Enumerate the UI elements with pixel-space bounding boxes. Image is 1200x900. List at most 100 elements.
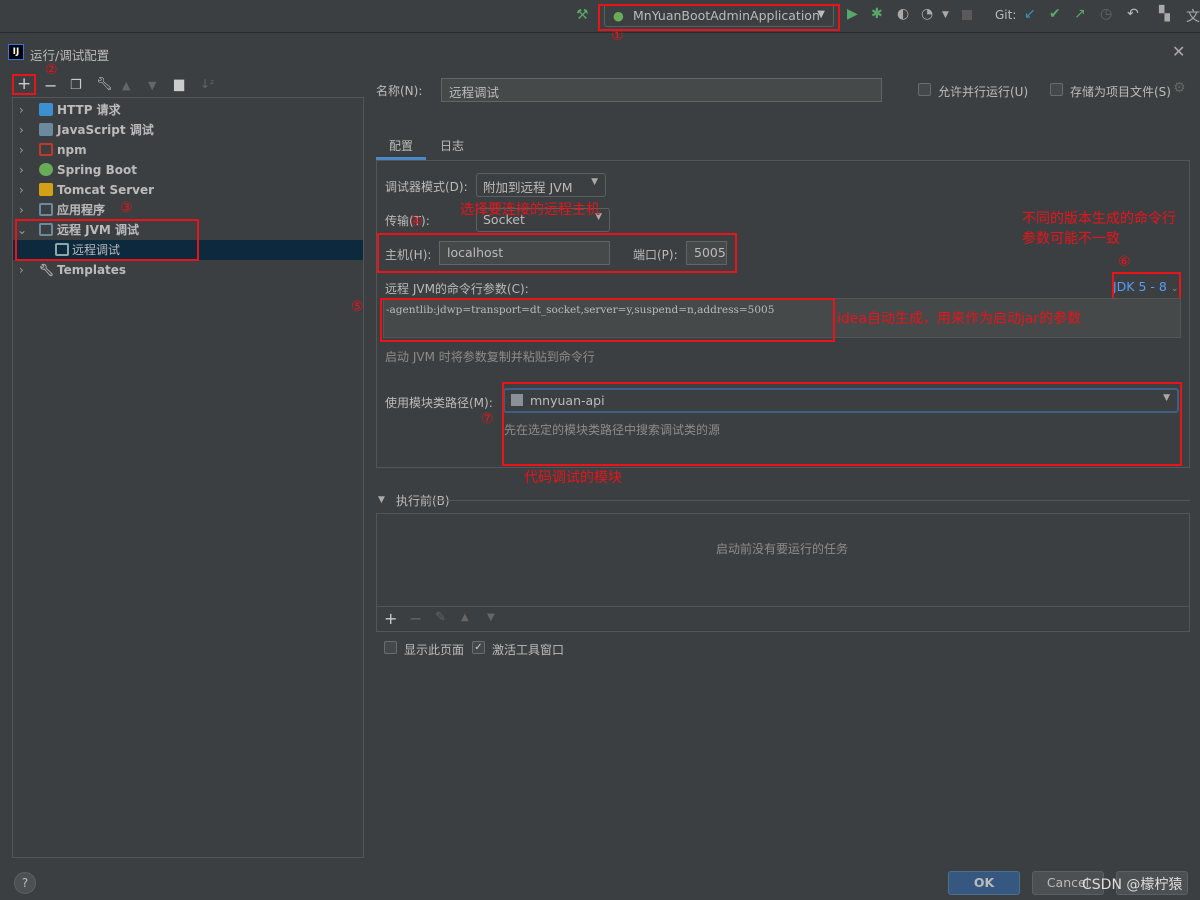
annotation-number-4: ④ — [410, 214, 423, 230]
debugger-mode-value: 附加到远程 JVM — [483, 180, 573, 195]
tree-item-label: Tomcat Server — [57, 183, 155, 197]
annotation-box-1 — [598, 4, 840, 31]
allow-parallel-checkbox[interactable] — [918, 83, 931, 96]
tree-item-label: 应用程序 — [57, 203, 106, 217]
tree-item-spring-boot[interactable]: › Spring Boot — [13, 160, 363, 180]
store-as-file-checkbox[interactable] — [1050, 83, 1063, 96]
before-launch-list — [376, 513, 1190, 632]
annotation-version-note: 参数可能不一致 — [1022, 231, 1120, 247]
annotation-number-6: ⑥ — [1118, 254, 1131, 270]
add-task-icon[interactable]: + — [384, 609, 397, 628]
show-page-checkbox[interactable] — [384, 641, 397, 654]
tree-item-npm[interactable]: › npm — [13, 140, 363, 160]
chevron-right-icon: › — [19, 263, 24, 277]
chevron-right-icon: › — [19, 163, 24, 177]
annotation-box-5 — [380, 298, 835, 342]
tree-item-label: HTTP 请求 — [57, 103, 121, 117]
git-push-icon[interactable]: ↗ — [1074, 6, 1086, 22]
activate-tool-window-label: 激活工具窗口 — [492, 643, 565, 657]
tree-item-javascript-debug[interactable]: › JavaScript 调试 — [13, 120, 363, 140]
tree-item-label: Spring Boot — [57, 163, 137, 177]
debug-icon[interactable]: ✱ — [871, 6, 883, 22]
ok-button[interactable]: OK — [948, 871, 1020, 895]
annotation-number-5: ⑤ — [351, 299, 364, 315]
chevron-right-icon: › — [19, 183, 24, 197]
git-update-icon[interactable]: ↙ — [1024, 6, 1036, 22]
wrench-icon[interactable]: 🔧︎ — [96, 77, 113, 92]
tree-item-tomcat-server[interactable]: › Tomcat Server — [13, 180, 363, 200]
annotation-select-host: 选择要连接的远程主机 — [460, 202, 600, 218]
annotation-box-7 — [502, 382, 1182, 466]
annotation-box-4 — [377, 233, 737, 273]
dialog-title: 运行/调试配置 — [30, 48, 110, 63]
separator — [377, 606, 1189, 607]
copy-icon[interactable]: ❐ — [70, 78, 82, 93]
project-structure-icon[interactable]: ▚ — [1159, 6, 1170, 22]
chevron-right-icon: › — [19, 203, 24, 217]
module-classpath-label: 使用模块类路径(M): — [385, 396, 493, 410]
annotation-module-note: 代码调试的模块 — [524, 470, 622, 486]
rollback-icon[interactable]: ↶ — [1127, 6, 1139, 22]
remove-icon[interactable]: − — [44, 76, 57, 95]
tab-logs[interactable]: 日志 — [440, 137, 464, 154]
move-up-icon[interactable]: ▲ — [461, 612, 469, 623]
store-as-file-label: 存储为项目文件(S) — [1070, 85, 1171, 99]
transport-label: 传输(T): — [385, 214, 430, 228]
stop-icon[interactable] — [962, 10, 972, 20]
before-launch-empty-text: 启动前没有要运行的任务 — [716, 542, 849, 556]
tree-item-templates[interactable]: › 🔧︎ Templates — [13, 260, 363, 280]
debugger-mode-select[interactable]: 附加到远程 JVM ▼ — [476, 173, 606, 197]
intellij-logo-icon: IJ — [8, 44, 24, 60]
tree-item-application[interactable]: › 应用程序 — [13, 200, 363, 220]
git-commit-icon[interactable]: ✔ — [1049, 6, 1061, 22]
history-icon[interactable]: ◷ — [1100, 6, 1112, 22]
name-label: 名称(N): — [376, 84, 423, 98]
application-icon — [39, 203, 53, 216]
translate-icon[interactable]: 文 — [1186, 6, 1200, 26]
api-icon — [39, 103, 53, 116]
help-button[interactable]: ? — [14, 872, 36, 894]
annotation-version-note: 不同的版本生成的命令行 — [1022, 211, 1176, 227]
show-page-label: 显示此页面 — [404, 643, 465, 657]
chevron-right-icon: › — [19, 103, 24, 117]
tree-item-label: JavaScript 调试 — [57, 123, 154, 137]
move-down-icon[interactable]: ▼ — [487, 612, 495, 623]
csdn-watermark: CSDN @檬柠猿 — [1082, 877, 1183, 893]
activate-tool-window-checkbox[interactable]: ✓ — [472, 641, 485, 654]
annotation-idea-generated: idea自动生成，用来作为启动jar的参数 — [837, 311, 1082, 327]
debugger-mode-label: 调试器模式(D): — [385, 180, 468, 194]
chevron-right-icon: › — [19, 143, 24, 157]
annotation-box-3 — [15, 219, 199, 261]
npm-icon — [39, 143, 53, 156]
tree-item-http-request[interactable]: › HTTP 请求 — [13, 100, 363, 120]
command-line-hint: 启动 JVM 时将参数复制并粘贴到命令行 — [385, 350, 595, 364]
tree-item-label: npm — [57, 143, 87, 157]
collapse-icon[interactable]: ▼ — [378, 495, 385, 505]
separator — [424, 500, 1190, 501]
build-hammer-icon[interactable]: ⚒ — [576, 7, 589, 23]
remove-task-icon[interactable]: − — [409, 609, 422, 628]
annotation-number-7: ⑦ — [481, 411, 494, 427]
coverage-icon[interactable]: ◐ — [897, 6, 909, 22]
tree-item-label: Templates — [57, 263, 127, 277]
annotation-number-1: ① — [611, 28, 624, 44]
move-down-icon[interactable]: ▼ — [148, 79, 156, 92]
chevron-down-icon: ▼ — [591, 177, 598, 187]
close-icon[interactable]: ✕ — [1172, 42, 1185, 61]
new-folder-icon[interactable]: ▆ — [174, 77, 184, 92]
profiler-icon[interactable]: ◔ — [921, 6, 933, 22]
wrench-icon: 🔧︎ — [39, 263, 55, 277]
tomcat-icon — [39, 183, 53, 196]
profiler-dropdown-icon[interactable]: ▼ — [942, 10, 949, 20]
command-line-args-label: 远程 JVM的命令行参数(C): — [385, 282, 529, 296]
tab-configuration[interactable]: 配置 — [389, 137, 413, 154]
chevron-right-icon: › — [19, 123, 24, 137]
annotation-number-3: ③ — [120, 200, 133, 216]
gear-icon[interactable]: ⚙ — [1173, 80, 1186, 96]
move-up-icon[interactable]: ▲ — [122, 79, 130, 92]
name-input[interactable]: 远程调试 — [441, 78, 882, 102]
add-icon[interactable]: + — [17, 74, 31, 94]
run-icon[interactable]: ▶ — [847, 6, 858, 22]
edit-task-icon[interactable]: ✎ — [435, 610, 446, 625]
sort-icon[interactable]: ↓ᶻ — [200, 77, 214, 91]
